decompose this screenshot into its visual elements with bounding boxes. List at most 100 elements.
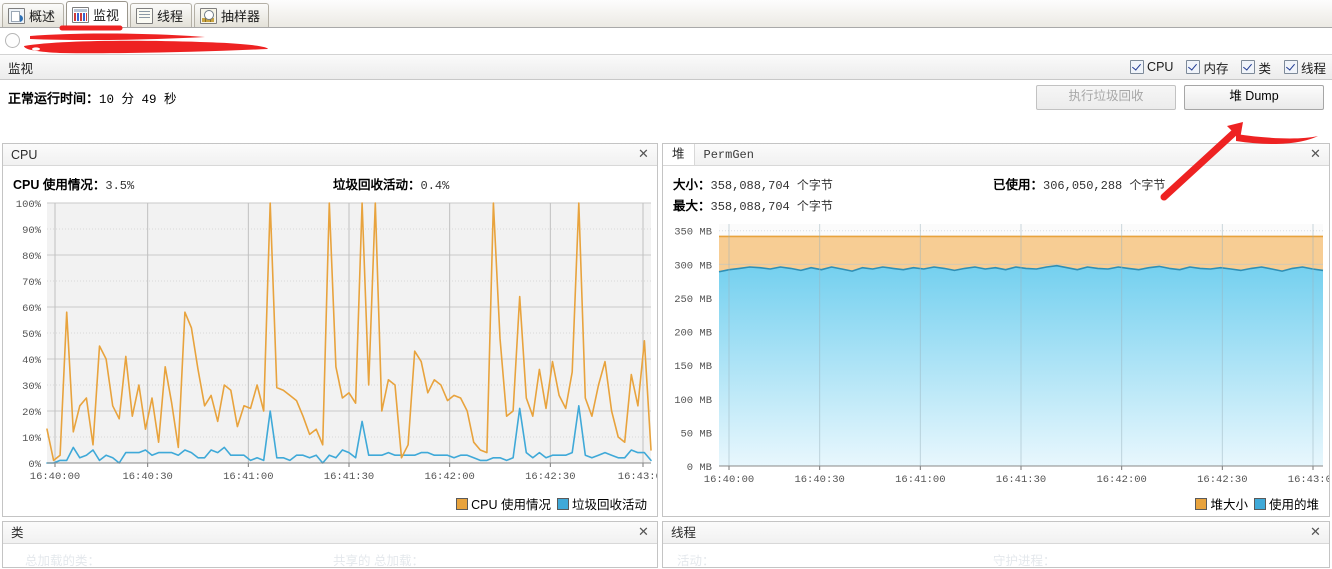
svg-text:16:41:00: 16:41:00	[895, 474, 945, 486]
checkbox-memory[interactable]: 内存	[1186, 58, 1228, 77]
tab-sampler[interactable]: 抽样器	[194, 3, 270, 27]
close-icon[interactable]: ✕	[1309, 525, 1322, 538]
classes-panel-body: 总加载的类： 共享的 总加载：	[25, 554, 424, 568]
permgen-tab[interactable]: PermGen	[695, 145, 763, 165]
checkbox-threads-box[interactable]	[1283, 60, 1298, 74]
uptime-row: 正常运行时间：10 分 49 秒 执行垃圾回收 堆 Dump	[0, 80, 1332, 115]
svg-text:50%: 50%	[22, 329, 42, 341]
threads-panel: 线程 ✕ 活动： 守护进程：	[662, 521, 1330, 568]
checkbox-cpu-box[interactable]	[1130, 60, 1145, 74]
tab-threads-label: 线程	[157, 9, 184, 24]
legend-heap-size: 堆大小	[1195, 494, 1248, 513]
cpu-usage-label: CPU 使用情况：	[13, 178, 106, 192]
heap-chart-svg: 0 MB 50 MB 100 MB 150 MB 200 MB 250 MB 300 MB 3…	[674, 224, 1329, 486]
checkbox-classes-box[interactable]	[1241, 60, 1256, 74]
uptime-label: 正常运行时间：	[8, 91, 100, 106]
heap-size-stats: 大小：358,088,704 个字节 最大：358,088,704 个字节	[673, 174, 993, 216]
legend-swatch-blue	[1253, 497, 1266, 510]
svg-text:0%: 0%	[28, 459, 41, 471]
cpu-stats: CPU 使用情况：3.5% 垃圾回收活动：0.4%	[3, 166, 657, 197]
heap-stats: 大小：358,088,704 个字节 最大：358,088,704 个字节 已使…	[663, 166, 1329, 218]
cpu-chart-plot: 0% 10% 20% 30% 40% 50% 60% 70% 80% 90% 100% 16:40:0…	[3, 197, 657, 494]
heap-chart-plot: 0 MB 50 MB 100 MB 150 MB 200 MB 250 MB 300 MB 3…	[663, 218, 1329, 494]
perform-gc-button[interactable]: 执行垃圾回收	[1036, 85, 1176, 110]
monitor-section-header: 监视 CPU 内存 类 线程	[0, 54, 1332, 80]
checkbox-cpu[interactable]: CPU	[1130, 60, 1173, 74]
svg-text:10%: 10%	[22, 433, 42, 445]
svg-text:50 MB: 50 MB	[680, 428, 712, 440]
svg-text:20%: 20%	[22, 407, 42, 419]
heap-used-stats: 已使用：306,050,288 个字节	[993, 174, 1313, 216]
svg-text:350 MB: 350 MB	[674, 227, 712, 239]
heap-size-label: 大小：	[673, 178, 711, 192]
chart-toggle-group: CPU 内存 类 线程	[1130, 58, 1326, 77]
svg-text:16:40:00: 16:40:00	[30, 471, 80, 483]
checkbox-threads-label: 线程	[1300, 61, 1326, 76]
legend-gc-activity: 垃圾回收活动	[556, 494, 647, 513]
threads-panel-body: 活动： 守护进程：	[677, 554, 1056, 568]
cpu-panel-header: CPU ✕	[3, 144, 657, 166]
sampler-icon	[200, 7, 218, 24]
uptime-block: 正常运行时间：10 分 49 秒	[8, 88, 177, 107]
threads-icon	[136, 7, 154, 24]
cpu-panel-title: CPU	[11, 147, 38, 162]
close-icon[interactable]: ✕	[1309, 147, 1322, 160]
gc-activity-label: 垃圾回收活动：	[333, 178, 421, 192]
checkbox-cpu-label: CPU	[1147, 60, 1174, 74]
svg-text:16:42:30: 16:42:30	[1197, 474, 1247, 486]
annotation-arrow-head	[1227, 122, 1243, 139]
gc-activity-value: 0.4%	[420, 179, 450, 193]
tab-monitor-label: 监视	[93, 8, 120, 23]
svg-text:80%: 80%	[22, 251, 42, 263]
svg-text:150 MB: 150 MB	[674, 361, 712, 373]
svg-text:16:43:00: 16:43:00	[618, 471, 657, 483]
heap-dump-button[interactable]: 堆 Dump	[1184, 85, 1324, 110]
legend-swatch-orange	[1195, 497, 1208, 510]
heap-chart-legend: 堆大小 使用的堆	[663, 494, 1329, 516]
svg-text:100 MB: 100 MB	[674, 395, 712, 407]
heap-used-value: 306,050,288 个字节	[1043, 179, 1166, 193]
svg-text:16:40:30: 16:40:30	[122, 471, 172, 483]
threads-panel-header: 线程 ✕	[663, 522, 1329, 544]
svg-text:60%: 60%	[22, 303, 42, 315]
tab-threads[interactable]: 线程	[130, 3, 193, 27]
overview-icon	[8, 7, 25, 24]
tab-monitor[interactable]: 监视	[66, 1, 129, 27]
refresh-toggle-icon[interactable]	[5, 33, 20, 48]
bottom-panels-row: 类 ✕ 总加载的类： 共享的 总加载： 线程 ✕ 活动： 守护进程：	[0, 521, 1332, 568]
heap-panel: 堆 PermGen ✕ 大小：358,088,704 个字节 最大：358,08…	[662, 143, 1330, 517]
classes-panel: 类 ✕ 总加载的类： 共享的 总加载：	[2, 521, 658, 568]
checkbox-classes[interactable]: 类	[1241, 58, 1271, 77]
cpu-usage-stat: CPU 使用情况：3.5%	[13, 174, 333, 195]
close-icon[interactable]: ✕	[637, 147, 650, 160]
svg-text:40%: 40%	[22, 355, 42, 367]
gc-activity-stat: 垃圾回收活动：0.4%	[333, 174, 653, 195]
legend-heap-size-label: 堆大小	[1210, 498, 1248, 512]
close-icon[interactable]: ✕	[637, 525, 650, 538]
section-title: 监视	[8, 61, 34, 76]
checkbox-memory-box[interactable]	[1186, 60, 1201, 74]
svg-text:16:40:00: 16:40:00	[704, 474, 754, 486]
monitor-chart-icon	[72, 6, 90, 23]
legend-gc-activity-label: 垃圾回收活动	[571, 498, 647, 512]
svg-text:0 MB: 0 MB	[687, 462, 712, 474]
heap-used-label: 已使用：	[993, 178, 1044, 192]
svg-text:16:42:30: 16:42:30	[525, 471, 575, 483]
charts-row: CPU ✕ CPU 使用情况：3.5% 垃圾回收活动：0.4% 0% 10% 20%…	[0, 143, 1332, 517]
tab-sampler-label: 抽样器	[221, 9, 261, 24]
tab-overview[interactable]: 概述	[2, 3, 65, 27]
svg-text:70%: 70%	[22, 277, 42, 289]
cpu-usage-value: 3.5%	[105, 179, 135, 193]
legend-swatch-blue	[556, 497, 569, 510]
svg-text:100%: 100%	[16, 199, 42, 211]
heap-size-value: 358,088,704 个字节	[710, 179, 833, 193]
cpu-chart-legend: CPU 使用情况 垃圾回收活动	[3, 494, 657, 516]
heap-tab[interactable]: 堆	[663, 144, 695, 165]
svg-text:30%: 30%	[22, 381, 42, 393]
checkbox-threads[interactable]: 线程	[1283, 58, 1326, 77]
heap-max-label: 最大：	[673, 199, 711, 213]
classes-panel-header: 类 ✕	[3, 522, 657, 544]
threads-panel-title: 线程	[671, 525, 697, 540]
svg-text:16:42:00: 16:42:00	[1096, 474, 1146, 486]
svg-text:16:41:00: 16:41:00	[223, 471, 273, 483]
